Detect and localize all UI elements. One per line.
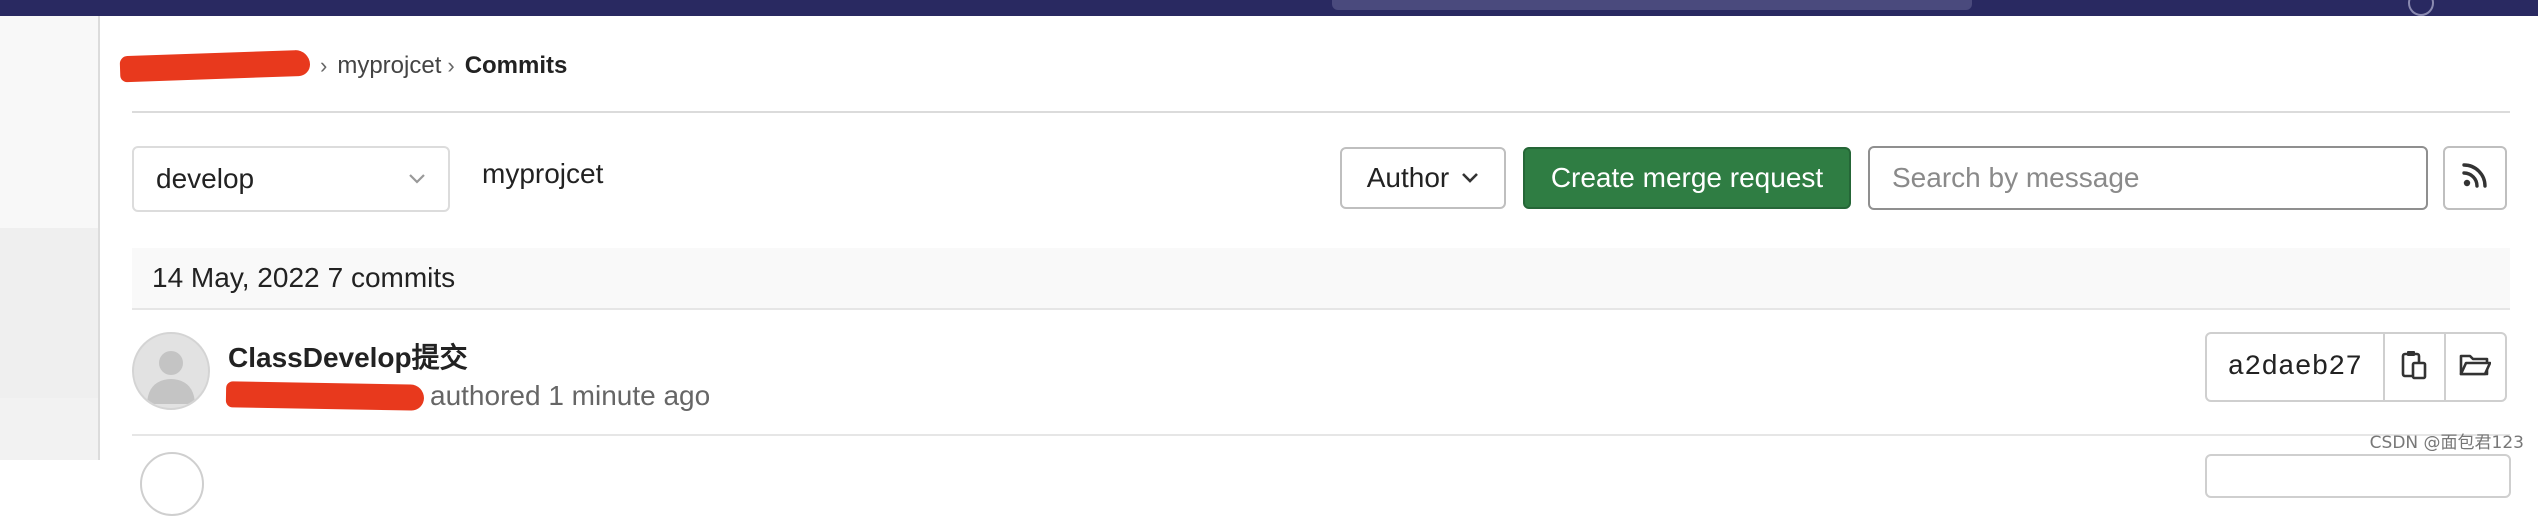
commit-sha-link[interactable]: a2daeb27 (2207, 334, 2385, 400)
branch-selector[interactable]: develop (132, 146, 450, 212)
sidebar-section (0, 398, 98, 460)
chevron-down-icon (1461, 168, 1479, 189)
chevron-down-icon (408, 169, 426, 190)
author-filter-label: Author (1366, 162, 1450, 193)
folder-icon (2459, 352, 2492, 383)
commit-title-link[interactable]: ClassDevelop提交 (228, 336, 468, 376)
author-filter-button[interactable]: Author (1340, 147, 1506, 209)
commit-meta: authored 1 minute ago (225, 376, 711, 416)
global-search-bar[interactable] (1332, 0, 1972, 10)
commit-sha-group (2205, 454, 2511, 498)
sidebar (0, 16, 100, 460)
sidebar-section (0, 228, 98, 398)
breadcrumb: › myprojcet › Commits (119, 46, 568, 86)
header-divider (132, 111, 2510, 113)
copy-sha-button[interactable] (2385, 334, 2444, 400)
rss-feed-button[interactable] (2443, 146, 2507, 210)
redacted-namespace-link[interactable] (119, 49, 311, 83)
commit-author-avatar[interactable] (132, 332, 210, 410)
top-navbar (0, 0, 2538, 16)
copy-icon (2400, 349, 2428, 386)
repository-path-label[interactable]: myprojcet (482, 158, 603, 190)
browse-files-button[interactable] (2443, 334, 2505, 400)
breadcrumb-project-link[interactable]: myprojcet (337, 52, 441, 80)
breadcrumb-current: Commits (464, 52, 568, 79)
create-merge-request-button[interactable]: Create merge request (1523, 147, 1851, 209)
commit-row-divider (132, 434, 2510, 436)
commit-authored-text: authored 1 minute ago (430, 380, 711, 411)
commit-count: 7 commits (327, 262, 456, 293)
breadcrumb-separator: › (320, 53, 328, 78)
rss-icon (2461, 161, 2489, 196)
commit-author-avatar[interactable] (140, 452, 204, 516)
commit-sha-group: a2daeb27 (2205, 332, 2507, 402)
commit-search-input[interactable] (1868, 146, 2428, 210)
redacted-author-name[interactable] (225, 381, 425, 411)
breadcrumb-separator: › (447, 53, 455, 78)
branch-selector-value: develop (156, 163, 255, 194)
commit-day-header: 14 May, 2022 7 commits (132, 248, 2510, 310)
commit-date: 14 May, 2022 (152, 262, 320, 293)
avatar-placeholder-icon (147, 351, 195, 404)
user-avatar[interactable] (2408, 0, 2434, 16)
watermark: CSDN @面包君123 (2369, 433, 2524, 453)
